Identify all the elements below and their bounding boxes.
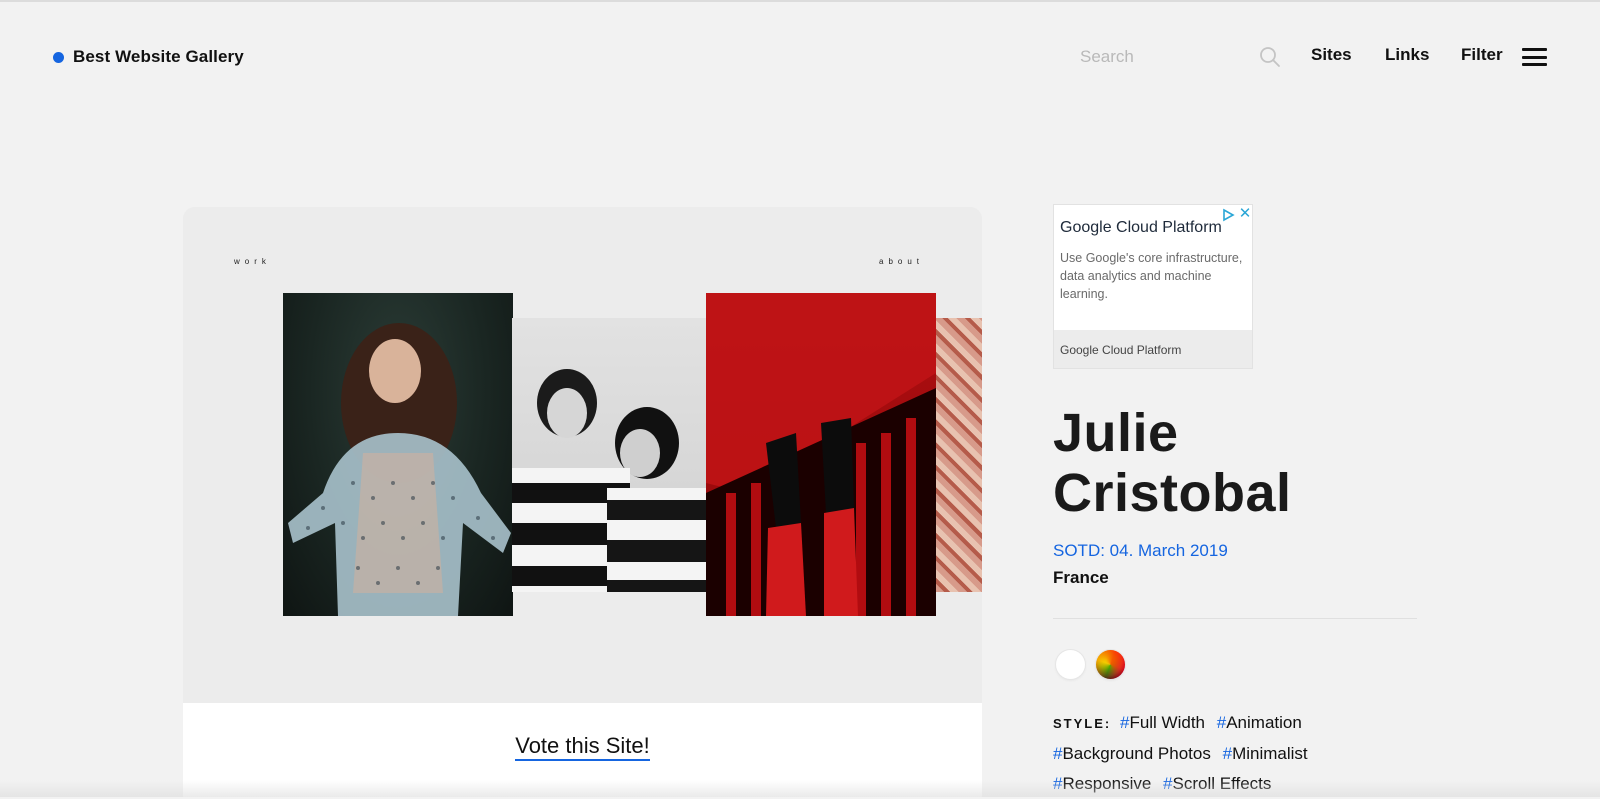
menu-bar	[1522, 48, 1547, 51]
style-tags: STYLE: #Full Width #Animation #Backgroun…	[1053, 708, 1353, 799]
nav-filter-link[interactable]: Filter	[1461, 45, 1503, 65]
menu-bar	[1522, 55, 1547, 59]
brand-dot-icon	[53, 51, 64, 63]
preview-photo-portrait	[283, 293, 513, 616]
tag-full-width[interactable]: #Full Width	[1120, 713, 1205, 732]
search-box	[1080, 42, 1280, 72]
nav-links-link[interactable]: Links	[1385, 45, 1429, 65]
color-swatch-multicolor[interactable]	[1096, 650, 1125, 679]
ad-content: Google Cloud Platform Use Google's core …	[1054, 205, 1252, 330]
site-title-line2: Cristobal	[1053, 463, 1292, 523]
preview-photo-plaid	[936, 318, 982, 592]
tag-minimalist[interactable]: #Minimalist	[1223, 744, 1308, 763]
ad-body: Use Google's core infrastructure, data a…	[1060, 251, 1243, 301]
tag-scroll-effects[interactable]: #Scroll Effects	[1163, 774, 1271, 793]
preview-photo-red	[706, 293, 936, 616]
preview-photo-couple	[512, 318, 708, 592]
site-country[interactable]: France	[1053, 568, 1109, 588]
nav-sites-link[interactable]: Sites	[1311, 45, 1352, 65]
style-label: STYLE:	[1053, 716, 1112, 731]
preview-nav-about: about	[879, 257, 925, 266]
ad-close-icon[interactable]: ✕	[1238, 206, 1252, 222]
menu-bar	[1522, 63, 1547, 66]
brand-link[interactable]: Best Website Gallery	[53, 45, 244, 69]
hamburger-menu-icon[interactable]	[1522, 48, 1547, 66]
brand-label: Best Website Gallery	[73, 47, 244, 66]
tag-animation[interactable]: #Animation	[1217, 713, 1302, 732]
vote-band: Vote this Site!	[183, 703, 982, 797]
site-preview-card: work about Vote this Site!	[183, 207, 982, 797]
search-input[interactable]	[1080, 42, 1250, 72]
preview-nav-work: work	[234, 257, 271, 266]
tag-responsive[interactable]: #Responsive	[1053, 774, 1151, 793]
site-title: Julie Cristobal	[1053, 403, 1573, 523]
site-title-line1: Julie	[1053, 403, 1179, 463]
ad-title[interactable]: Google Cloud Platform	[1060, 219, 1222, 237]
ad-choices-icon[interactable]	[1221, 208, 1235, 222]
sotd-date-link[interactable]: SOTD: 04. March 2019	[1053, 541, 1228, 561]
divider	[1053, 618, 1417, 619]
ad-footer[interactable]: Google Cloud Platform	[1060, 343, 1181, 357]
vote-site-label: Vote this Site!	[515, 733, 650, 761]
search-icon[interactable]	[1259, 46, 1281, 68]
site-header: Best Website Gallery Sites Links Filter	[0, 0, 1600, 114]
vote-site-link[interactable]: Vote this Site!	[183, 733, 982, 761]
advertisement[interactable]: Google Cloud Platform Use Google's core …	[1053, 204, 1253, 369]
tag-background-photos[interactable]: #Background Photos	[1053, 744, 1211, 763]
site-screenshot[interactable]: work about	[183, 207, 982, 703]
color-swatch-white[interactable]	[1056, 650, 1085, 679]
